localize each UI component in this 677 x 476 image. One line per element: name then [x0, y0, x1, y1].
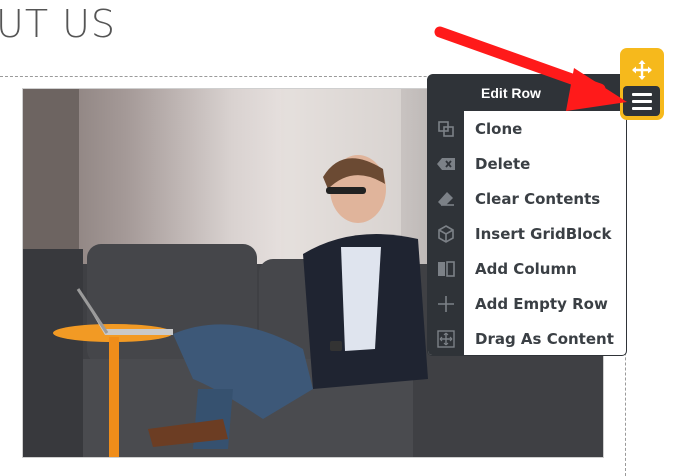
menu-item-label: Add Column: [475, 259, 577, 278]
edit-row-menu-title: Edit Row: [427, 74, 627, 112]
menu-item-label: Delete: [475, 154, 531, 173]
menu-item-label: Clone: [475, 119, 523, 138]
eraser-icon: [428, 181, 464, 216]
edit-row-menu: Clone Delete Clear Contents Insert GridB…: [427, 110, 627, 356]
menu-item-clone[interactable]: Clone: [428, 111, 626, 146]
add-column-icon: [428, 251, 464, 286]
menu-item-label: Add Empty Row: [475, 294, 608, 313]
hamburger-icon[interactable]: [623, 86, 660, 116]
menu-item-label: Insert GridBlock: [475, 224, 612, 243]
move-icon[interactable]: [631, 59, 653, 81]
plus-icon: [428, 286, 464, 321]
menu-item-clear-contents[interactable]: Clear Contents: [428, 181, 626, 216]
menu-item-label: Clear Contents: [475, 189, 601, 208]
clone-icon: [428, 111, 464, 146]
delete-icon: [428, 146, 464, 181]
menu-item-delete[interactable]: Delete: [428, 146, 626, 181]
cube-icon: [428, 216, 464, 251]
menu-item-insert-gridblock[interactable]: Insert GridBlock: [428, 216, 626, 251]
menu-item-label: Drag As Content: [475, 329, 614, 348]
menu-item-drag-as-content[interactable]: Drag As Content: [428, 321, 626, 355]
page-heading: UT US: [0, 2, 117, 46]
menu-item-add-column[interactable]: Add Column: [428, 251, 626, 286]
menu-item-add-empty-row[interactable]: Add Empty Row: [428, 286, 626, 321]
drag-icon: [428, 321, 464, 355]
